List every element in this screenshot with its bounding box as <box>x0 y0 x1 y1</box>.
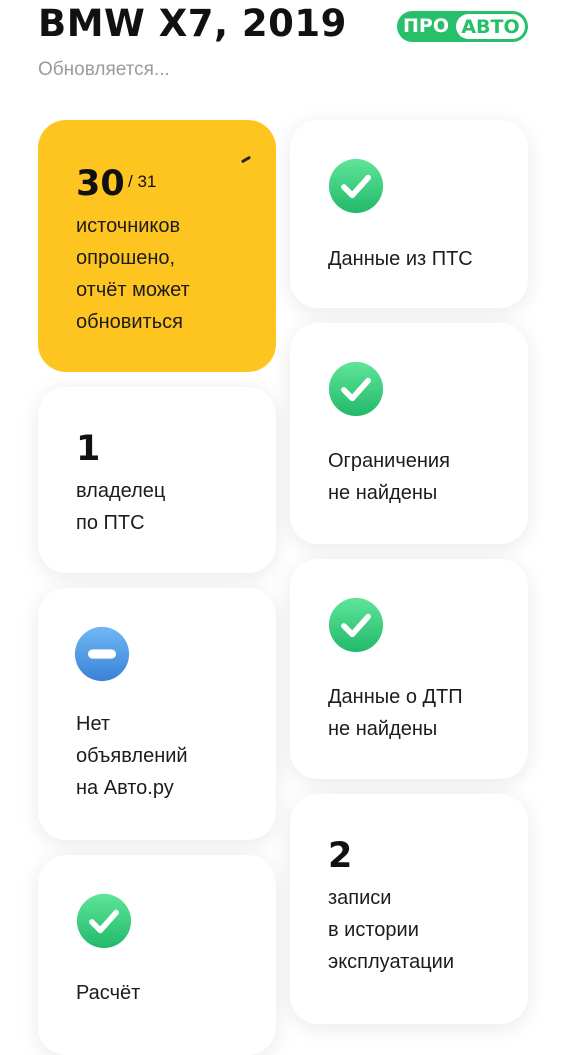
check-icon <box>328 361 384 417</box>
ads-text: Нет объявлений на Авто.ру <box>76 713 188 799</box>
calculation-text: Расчёт <box>76 982 141 1004</box>
accidents-card[interactable]: Данные о ДТП не найдены <box>290 559 528 779</box>
sources-count: 30 <box>76 164 125 204</box>
owners-text: владелец по ПТС <box>76 480 166 534</box>
pts-data-text: Данные из ПТС <box>328 248 473 270</box>
logo-part1: ПРО <box>403 15 449 37</box>
check-icon <box>76 893 132 949</box>
sources-total: / 31 <box>128 172 157 191</box>
minus-icon <box>74 626 130 682</box>
check-icon <box>328 597 384 653</box>
check-icon <box>328 158 384 214</box>
sources-card[interactable]: 30 / 31 источников опрошено, отчёт может… <box>38 120 276 372</box>
calculation-card[interactable]: Расчёт <box>38 855 276 1055</box>
accidents-text: Данные о ДТП не найдены <box>328 686 463 740</box>
loading-spinner-icon <box>240 155 252 164</box>
owners-card[interactable]: 1 владелец по ПТС <box>38 387 276 573</box>
sources-text: источников опрошено, отчёт может обновит… <box>76 215 190 333</box>
service-history-card[interactable]: 2 записи в истории эксплуатации <box>290 794 528 1024</box>
restrictions-card[interactable]: Ограничения не найдены <box>290 323 528 544</box>
pts-data-card[interactable]: Данные из ПТС <box>290 120 528 308</box>
service-count: 2 <box>328 836 353 876</box>
update-status: Обновляется... <box>38 59 170 80</box>
page-title: BMW X7, 2019 <box>38 2 347 45</box>
restrictions-text: Ограничения не найдены <box>328 450 450 504</box>
proauto-logo: ПРО АВТО <box>397 11 528 42</box>
ads-card[interactable]: Нет объявлений на Авто.ру <box>38 588 276 840</box>
owners-count: 1 <box>76 429 101 469</box>
service-text: записи в истории эксплуатации <box>328 887 454 973</box>
logo-part2: АВТО <box>456 14 525 39</box>
